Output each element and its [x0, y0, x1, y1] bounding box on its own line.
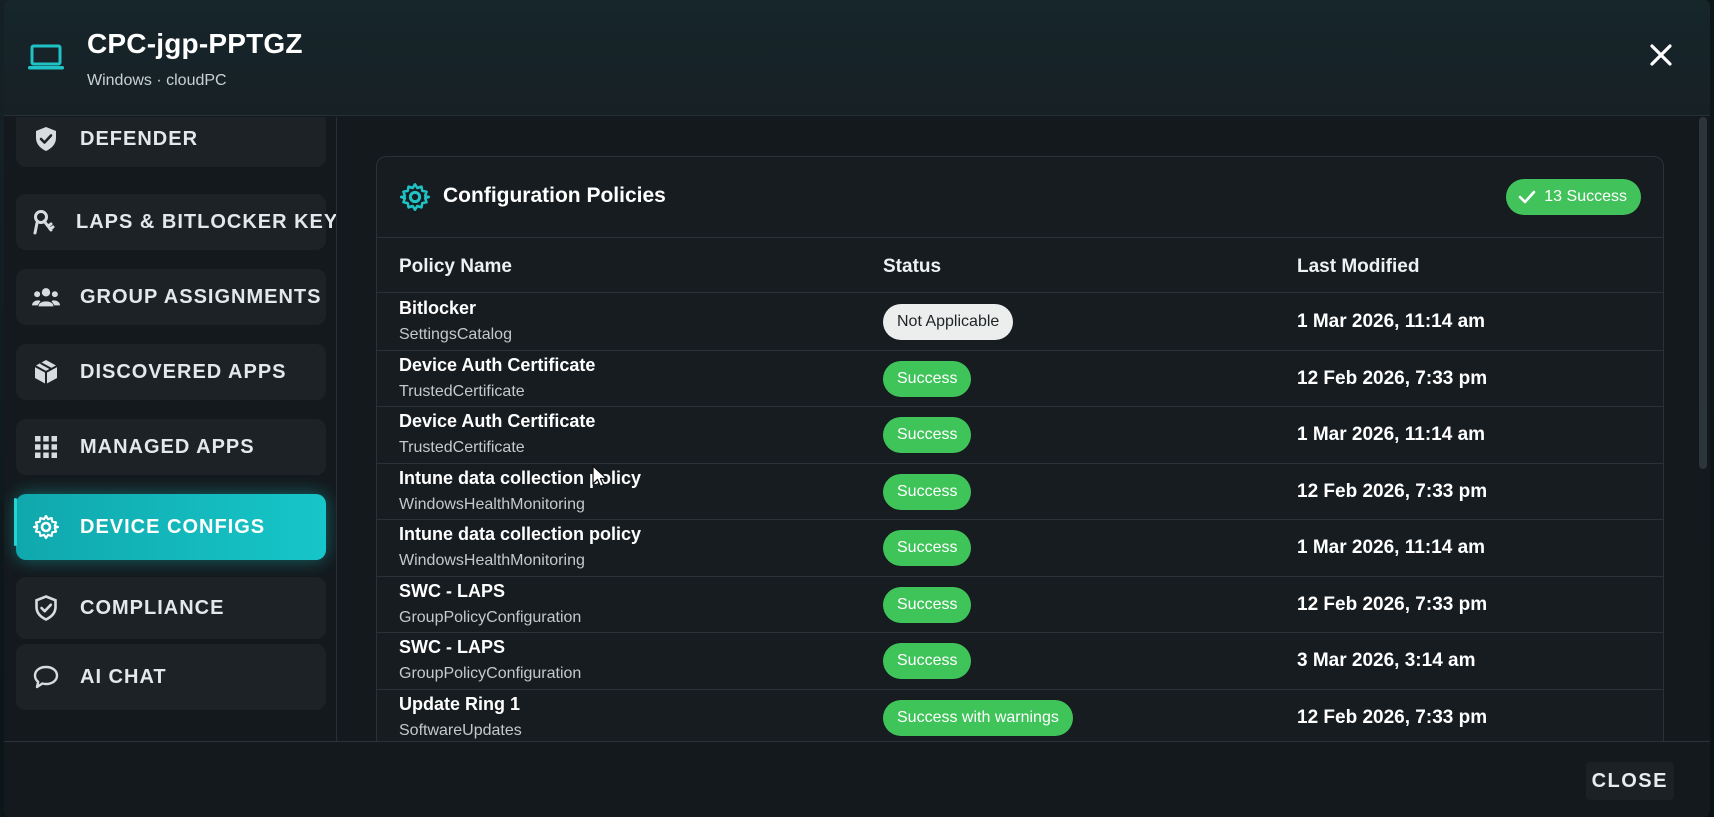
table-header: Policy Name Status Last Modified: [377, 239, 1663, 293]
configuration-policies-card: Configuration Policies 13 Success Policy…: [376, 156, 1664, 741]
card-header: Configuration Policies 13 Success: [377, 157, 1663, 238]
status-badge: Success: [883, 417, 972, 453]
sidebar-item-label: DISCOVERED APPS: [80, 360, 287, 383]
status-badge: Success: [883, 643, 972, 679]
policy-type: GroupPolicyConfiguration: [399, 665, 582, 682]
policy-name: Intune data collection policy: [399, 524, 642, 544]
sidebar-item-group-assignments[interactable]: GROUP ASSIGNMENTS: [16, 269, 326, 325]
policy-type: TrustedCertificate: [399, 439, 525, 456]
sidebar-item-label: COMPLIANCE: [80, 596, 225, 619]
mouse-cursor-icon: [592, 465, 608, 488]
column-header-last-modified: Last Modified: [1297, 256, 1420, 277]
policy-name: SWC - LAPS: [399, 637, 505, 657]
close-button[interactable]: CLOSE: [1585, 762, 1674, 800]
last-modified: 12 Feb 2026, 7:33 pm: [1297, 480, 1488, 502]
sidebar-nav: DEFENDER LAPS & BITLOCKER KEY GROUP ASSI…: [4, 117, 337, 741]
sidebar-item-label: LAPS & BITLOCKER KEY: [76, 210, 337, 233]
sidebar-item-ai-chat[interactable]: AI CHAT: [16, 644, 326, 710]
last-modified: 12 Feb 2026, 7:33 pm: [1297, 367, 1488, 389]
shield-check-outline-icon: [32, 594, 60, 622]
table-row[interactable]: Device Auth Certificate TrustedCertificat…: [377, 407, 1663, 464]
group-icon: [32, 283, 60, 311]
policy-type: GroupPolicyConfiguration: [399, 608, 582, 626]
sidebar-item-label: DEFENDER: [80, 127, 199, 150]
grid-icon: [32, 433, 60, 461]
sidebar-item-label: GROUP ASSIGNMENTS: [80, 285, 322, 308]
sidebar-item-label: DEVICE CONFIGS: [80, 515, 266, 538]
sidebar-item-device-configs[interactable]: DEVICE CONFIGS: [14, 494, 326, 560]
table-row[interactable]: Device Auth Certificate TrustedCertificat…: [377, 351, 1663, 407]
policy-name: Device Auth Certificate: [399, 411, 596, 431]
page-title: CPC-jgp-PPTGZ: [87, 28, 303, 59]
table-row[interactable]: SWC - LAPS GroupPolicyConfiguration Succes…: [377, 577, 1663, 633]
modal-header: CPC-jgp-PPTGZ Windows · cloudPC: [4, 0, 1710, 116]
status-badge: Success: [883, 586, 972, 623]
policy-type: TrustedCertificate: [399, 382, 525, 400]
close-icon[interactable]: [1646, 40, 1676, 70]
check-icon: [1518, 190, 1536, 204]
main-content: Configuration Policies 13 Success Policy…: [338, 117, 1696, 741]
sidebar-item-compliance[interactable]: COMPLIANCE: [16, 577, 326, 639]
policy-name: Bitlocker: [399, 298, 477, 318]
policy-name: Update Ring 1: [399, 693, 521, 714]
status-badge: Success with warnings: [883, 699, 1073, 736]
modal-footer: CLOSE: [4, 741, 1710, 817]
sidebar-item-managed-apps[interactable]: MANAGED APPS: [16, 419, 326, 475]
column-header-policy-name: Policy Name: [399, 256, 512, 277]
success-count-label: 13 Success: [1544, 188, 1627, 205]
scrollbar-thumb[interactable]: [1699, 117, 1707, 469]
cube-icon: [32, 358, 60, 386]
last-modified: 3 Mar 2026, 3:14 am: [1297, 650, 1476, 671]
policy-name: Device Auth Certificate: [399, 354, 596, 375]
table-row[interactable]: Bitlocker SettingsCatalog Not Applicable 1 …: [377, 294, 1663, 351]
sidebar-item-discovered-apps[interactable]: DISCOVERED APPS: [16, 344, 326, 400]
shield-check-icon: [32, 125, 60, 153]
gear-icon: [32, 513, 60, 541]
status-badge: Success: [883, 473, 972, 510]
policy-name: SWC - LAPS: [399, 580, 505, 601]
sidebar-item-label: AI CHAT: [80, 665, 167, 688]
chat-bubble-icon: [32, 663, 60, 691]
status-badge: Not Applicable: [883, 304, 1014, 340]
success-count-badge: 13 Success: [1506, 179, 1641, 215]
sidebar-item-laps-bitlocker[interactable]: LAPS & BITLOCKER KEY: [16, 194, 336, 250]
status-badge: Success: [883, 360, 972, 397]
policy-type: WindowsHealthMonitoring: [399, 552, 585, 569]
last-modified: 12 Feb 2026, 7:33 pm: [1297, 706, 1488, 728]
laptop-icon: [28, 44, 64, 70]
sidebar-item-label: MANAGED APPS: [80, 435, 255, 458]
last-modified: 12 Feb 2026, 7:33 pm: [1297, 593, 1488, 615]
table-row[interactable]: SWC - LAPS GroupPolicyConfiguration Succes…: [377, 633, 1663, 690]
device-subtitle: Windows · cloudPC: [87, 72, 227, 89]
policy-type: SoftwareUpdates: [399, 721, 522, 739]
key-icon: [32, 208, 56, 236]
last-modified: 1 Mar 2026, 11:14 am: [1297, 537, 1486, 558]
column-header-status: Status: [883, 256, 942, 277]
card-title: Configuration Policies: [443, 184, 666, 207]
gear-icon: [400, 183, 430, 211]
table-row[interactable]: Intune data collection policy WindowsHeal…: [377, 520, 1663, 577]
sidebar-item-defender[interactable]: DEFENDER: [16, 117, 326, 167]
device-details-modal: CPC-jgp-PPTGZ Windows · cloudPC DEFENDER…: [4, 0, 1710, 817]
policy-type: SettingsCatalog: [399, 326, 512, 343]
policy-type: WindowsHealthMonitoring: [399, 495, 585, 513]
last-modified: 1 Mar 2026, 11:14 am: [1297, 311, 1486, 332]
table-row[interactable]: Intune data collection policy WindowsHeal…: [377, 464, 1663, 520]
last-modified: 1 Mar 2026, 11:14 am: [1297, 424, 1486, 445]
status-badge: Success: [883, 530, 972, 566]
table-row[interactable]: Update Ring 1 SoftwareUpdates Success with…: [377, 690, 1663, 742]
